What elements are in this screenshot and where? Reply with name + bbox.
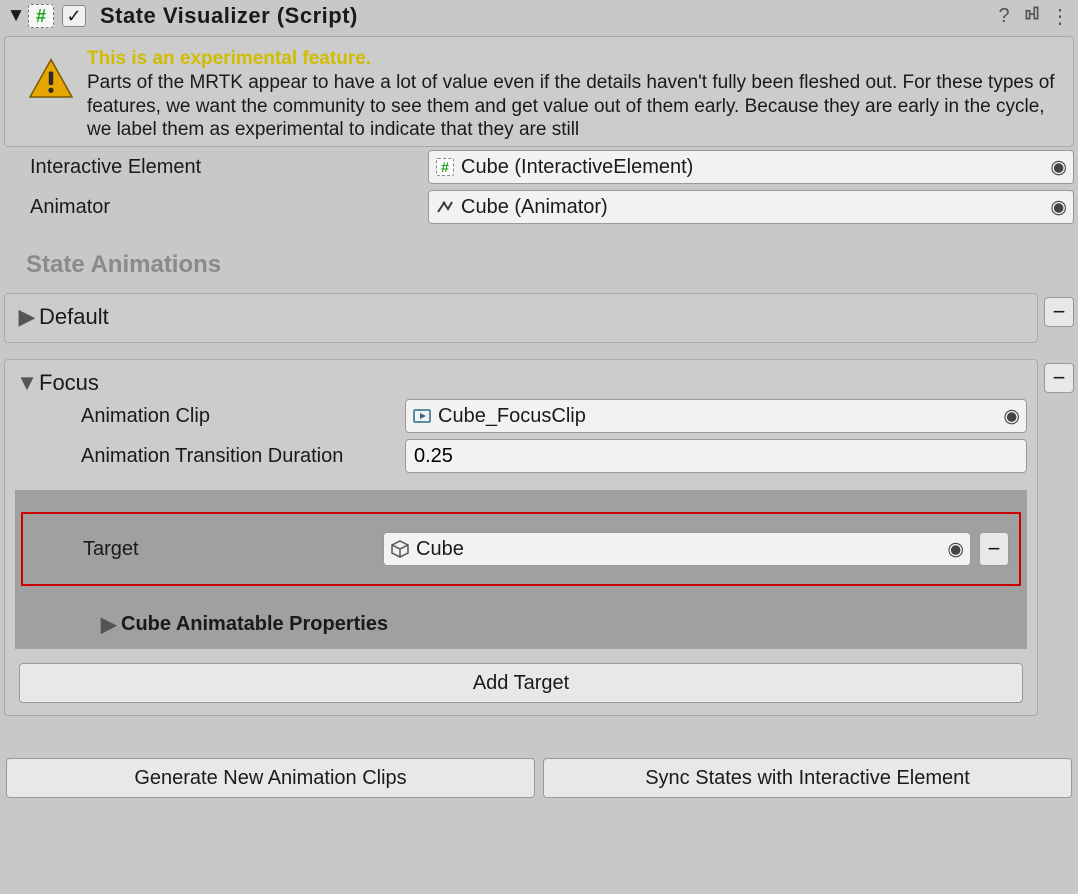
component-foldout[interactable]: ▼ — [4, 5, 28, 27]
presets-icon[interactable] — [1018, 4, 1046, 28]
animation-clip-icon — [412, 407, 432, 425]
state-name: Default — [39, 304, 109, 330]
object-picker-icon[interactable]: ◉ — [1047, 196, 1067, 219]
generate-clips-button[interactable]: Generate New Animation Clips — [6, 758, 535, 798]
component-title: State Visualizer (Script) — [100, 3, 358, 29]
help-icon[interactable]: ? — [990, 5, 1018, 28]
state-name: Focus — [39, 370, 99, 396]
field-label: Animator — [4, 196, 428, 219]
interactive-element-object-slot[interactable]: # Cube (InteractiveElement) ◉ — [428, 150, 1074, 184]
component-enabled-checkbox[interactable]: ✓ — [62, 5, 86, 27]
remove-state-button[interactable]: − — [1044, 297, 1074, 327]
remove-target-button[interactable]: − — [979, 532, 1009, 566]
target-label: Target — [33, 538, 383, 561]
state-animations-heading: State Animations — [0, 227, 1078, 293]
animation-clip-field: Animation Clip Cube_FocusClip ◉ — [15, 396, 1027, 436]
foldout-arrow: ▶ — [101, 612, 121, 637]
context-menu-icon[interactable]: ⋮ — [1046, 4, 1074, 29]
animatable-properties-foldout[interactable]: ▶ Cube Animatable Properties — [25, 604, 1017, 637]
animation-duration-field: Animation Transition Duration — [15, 436, 1027, 476]
animation-clip-object-slot[interactable]: Cube_FocusClip ◉ — [405, 399, 1027, 433]
sync-states-button[interactable]: Sync States with Interactive Element — [543, 758, 1072, 798]
script-icon: # — [436, 158, 454, 176]
foldout-arrow[interactable]: ▼ — [15, 370, 39, 396]
animator-field: Animator Cube (Animator) ◉ — [0, 187, 1078, 227]
interactive-element-field: Interactive Element # Cube (InteractiveE… — [0, 147, 1078, 187]
object-picker-icon[interactable]: ◉ — [944, 538, 964, 561]
experimental-warning: This is an experimental feature. Parts o… — [4, 36, 1074, 147]
component-header: ▼ # ✓ State Visualizer (Script) ? ⋮ — [0, 0, 1078, 36]
object-picker-icon[interactable]: ◉ — [1047, 156, 1067, 179]
target-object-slot[interactable]: Cube ◉ — [383, 532, 971, 566]
script-icon: # — [28, 4, 54, 28]
animator-object-slot[interactable]: Cube (Animator) ◉ — [428, 190, 1074, 224]
field-label: Interactive Element — [4, 156, 428, 179]
warning-headline: This is an experimental feature. — [87, 47, 1059, 71]
animator-icon — [435, 198, 455, 216]
foldout-arrow[interactable]: ▶ — [15, 304, 39, 330]
remove-state-button[interactable]: − — [1044, 363, 1074, 393]
state-default: ▶ Default — [4, 293, 1038, 343]
add-target-button[interactable]: Add Target — [19, 663, 1023, 703]
gameobject-icon — [390, 540, 410, 558]
animation-duration-input[interactable] — [405, 439, 1027, 473]
state-focus: ▼ Focus Animation Clip Cube_FocusClip ◉ … — [4, 359, 1038, 716]
warning-icon — [15, 47, 87, 103]
warning-body: Parts of the MRTK appear to have a lot o… — [87, 71, 1059, 142]
target-highlight: Target Cube ◉ − — [21, 512, 1021, 586]
target-panel: Target Cube ◉ − ▶ Cube Animatable Prop — [15, 490, 1027, 649]
object-picker-icon[interactable]: ◉ — [1000, 405, 1020, 428]
